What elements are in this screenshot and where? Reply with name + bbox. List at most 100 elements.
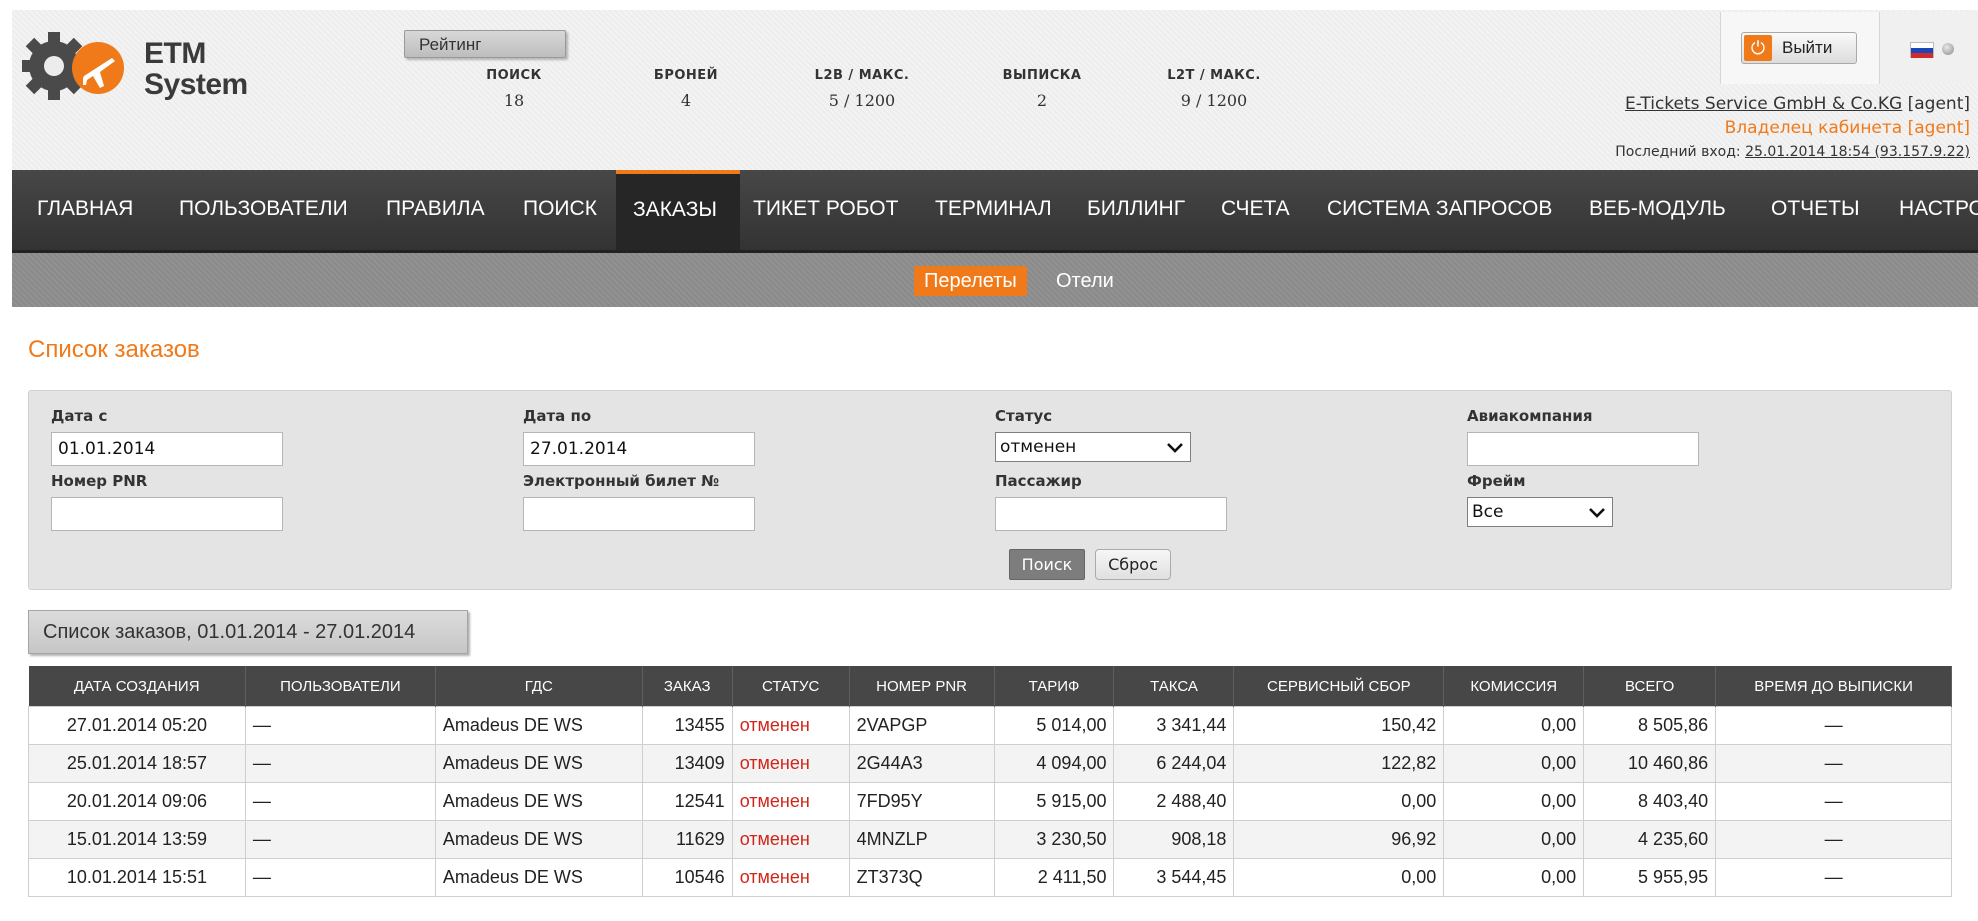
column-header-order[interactable]: ЗАКАЗ [642, 666, 733, 707]
cell-commission: 0,00 [1443, 782, 1585, 821]
nav-item-settings[interactable]: НАСТРО [1882, 170, 1978, 250]
table-row[interactable]: 27.01.2014 05:20 — Amadeus DE WS 13455 о… [28, 706, 1952, 745]
pnr-input[interactable] [51, 497, 283, 531]
logo[interactable]: ETM System [22, 28, 252, 108]
cell-status: отменен [731, 858, 850, 897]
account-owner[interactable]: Владелец кабинета [agent] [1725, 118, 1970, 138]
column-header-pnr[interactable]: НОМЕР PNR [849, 666, 995, 707]
cell-total: 8 403,40 [1583, 782, 1717, 821]
column-header-tax[interactable]: ТАКСА [1113, 666, 1235, 707]
cell-order-link[interactable]: 13455 [641, 706, 733, 745]
nav-item-request-system[interactable]: СИСТЕМА ЗАПРОСОВ [1310, 170, 1569, 250]
cell-users: — [244, 706, 436, 745]
orders-table: ДАТА СОЗДАНИЯ ПОЛЬЗОВАТЕЛИ ГДС ЗАКАЗ СТА… [28, 666, 1952, 897]
table-row[interactable]: 10.01.2014 15:51 — Amadeus DE WS 10546 о… [28, 858, 1952, 897]
column-header-users[interactable]: ПОЛЬЗОВАТЕЛИ [245, 666, 436, 707]
airline-input[interactable] [1467, 432, 1699, 466]
brand-name: ETM System [144, 37, 248, 101]
app-frame: ETM System Рейтинг ПОИСК 18 БРОНЕЙ 4 L2B… [12, 10, 1978, 921]
cell-order-link[interactable]: 10546 [641, 858, 733, 897]
tab-flights[interactable]: Перелеты [914, 266, 1027, 296]
column-header-created[interactable]: ДАТА СОЗДАНИЯ [28, 666, 246, 707]
language-switcher[interactable] [1880, 12, 1978, 84]
column-header-status[interactable]: СТАТУС [732, 666, 850, 707]
cell-gds: Amadeus DE WS [434, 706, 643, 745]
column-header-gds[interactable]: ГДС [435, 666, 643, 707]
cell-fare: 2 411,50 [993, 858, 1115, 897]
cell-users: — [244, 782, 436, 821]
last-login: Последний вход: 25.01.2014 18:54 (93.157… [1615, 144, 1970, 160]
reset-button[interactable]: Сброс [1095, 549, 1171, 580]
cell-time-to-ticketing: — [1715, 744, 1952, 783]
ticket-number-label: Электронный билет № [523, 472, 720, 490]
cell-time-to-ticketing: — [1715, 820, 1952, 859]
cell-gds: Amadeus DE WS [434, 782, 643, 821]
cell-total: 10 460,86 [1583, 744, 1717, 783]
table-row[interactable]: 25.01.2014 18:57 — Amadeus DE WS 13409 о… [28, 744, 1952, 783]
frame-select[interactable]: Все [1467, 497, 1613, 527]
cell-tax: 3 341,44 [1113, 706, 1235, 745]
rating-button[interactable]: Рейтинг [404, 30, 566, 58]
cell-order-link[interactable]: 13409 [641, 744, 733, 783]
column-header-service-fee[interactable]: СЕРВИСНЫЙ СБОР [1233, 666, 1445, 707]
nav-item-home[interactable]: ГЛАВНАЯ [20, 170, 150, 250]
language-dot-icon[interactable] [1942, 43, 1954, 55]
chevron-down-icon [1167, 443, 1183, 453]
cell-tax: 3 544,45 [1113, 858, 1235, 897]
cell-fare: 5 915,00 [993, 782, 1115, 821]
main-nav: ГЛАВНАЯ ПОЛЬЗОВАТЕЛИ ПРАВИЛА ПОИСК ЗАКАЗ… [12, 170, 1978, 253]
nav-item-users[interactable]: ПОЛЬЗОВАТЕЛИ [162, 170, 365, 250]
header: ETM System Рейтинг ПОИСК 18 БРОНЕЙ 4 L2B… [12, 10, 1978, 170]
table-row[interactable]: 15.01.2014 13:59 — Amadeus DE WS 11629 о… [28, 820, 1952, 859]
cell-created: 20.01.2014 09:06 [28, 782, 246, 821]
nav-item-rules[interactable]: ПРАВИЛА [369, 170, 502, 250]
order-list-range-button[interactable]: Список заказов, 01.01.2014 - 27.01.2014 [28, 610, 468, 654]
gear-plane-logo-icon [22, 32, 124, 100]
cell-time-to-ticketing: — [1715, 782, 1952, 821]
airline-label: Авиакомпания [1467, 407, 1593, 425]
nav-item-orders[interactable]: ЗАКАЗЫ [616, 170, 740, 250]
cell-commission: 0,00 [1443, 820, 1585, 859]
table-header-row: ДАТА СОЗДАНИЯ ПОЛЬЗОВАТЕЛИ ГДС ЗАКАЗ СТА… [28, 666, 1952, 707]
passenger-input[interactable] [995, 497, 1227, 531]
nav-item-web-module[interactable]: ВЕБ-МОДУЛЬ [1572, 170, 1743, 250]
cell-created: 10.01.2014 15:51 [28, 858, 246, 897]
table-row[interactable]: 20.01.2014 09:06 — Amadeus DE WS 12541 о… [28, 782, 1952, 821]
column-header-commission[interactable]: КОМИССИЯ [1443, 666, 1585, 707]
company-link[interactable]: E-Tickets Service GmbH & Co.KG [1625, 94, 1902, 114]
tab-hotels[interactable]: Отели [1046, 266, 1124, 296]
nav-item-reports[interactable]: ОТЧЕТЫ [1754, 170, 1877, 250]
column-header-time-to-ticketing[interactable]: ВРЕМЯ ДО ВЫПИСКИ [1715, 666, 1952, 707]
date-to-input[interactable]: 27.01.2014 [523, 432, 755, 466]
cell-commission: 0,00 [1443, 858, 1585, 897]
cell-tax: 908,18 [1113, 820, 1235, 859]
nav-item-search[interactable]: ПОИСК [506, 170, 614, 250]
logout-button[interactable]: ⏻ Выйти [1741, 32, 1857, 64]
cell-order-link[interactable]: 12541 [641, 782, 733, 821]
stat-ticketing: ВЫПИСКА 2 [1002, 68, 1082, 110]
stat-l2b: L2B / МАКС. 5 / 1200 [814, 68, 910, 110]
date-from-input[interactable]: 01.01.2014 [51, 432, 283, 466]
cell-service-fee: 122,82 [1233, 744, 1445, 783]
cell-order-link[interactable]: 11629 [641, 820, 733, 859]
search-button[interactable]: Поиск [1009, 549, 1085, 580]
filter-panel: Дата с 01.01.2014 Дата по 27.01.2014 Ста… [28, 390, 1952, 590]
nav-item-invoices[interactable]: СЧЕТА [1204, 170, 1307, 250]
page-title: Список заказов [28, 336, 200, 363]
column-header-total[interactable]: ВСЕГО [1583, 666, 1717, 707]
cell-users: — [244, 744, 436, 783]
cell-pnr: ZT373Q [848, 858, 995, 897]
russian-flag-icon[interactable] [1910, 42, 1934, 58]
cell-created: 27.01.2014 05:20 [28, 706, 246, 745]
cell-pnr: 2G44A3 [848, 744, 995, 783]
cell-status: отменен [731, 744, 850, 783]
nav-item-ticket-robot[interactable]: ТИКЕТ РОБОТ [736, 170, 915, 250]
status-select[interactable]: отменен [995, 432, 1191, 462]
cell-total: 4 235,60 [1583, 820, 1717, 859]
ticket-number-input[interactable] [523, 497, 755, 531]
cell-tax: 6 244,04 [1113, 744, 1235, 783]
column-header-fare[interactable]: ТАРИФ [994, 666, 1115, 707]
nav-item-billing[interactable]: БИЛЛИНГ [1070, 170, 1202, 250]
cell-service-fee: 96,92 [1233, 820, 1445, 859]
nav-item-terminal[interactable]: ТЕРМИНАЛ [918, 170, 1069, 250]
